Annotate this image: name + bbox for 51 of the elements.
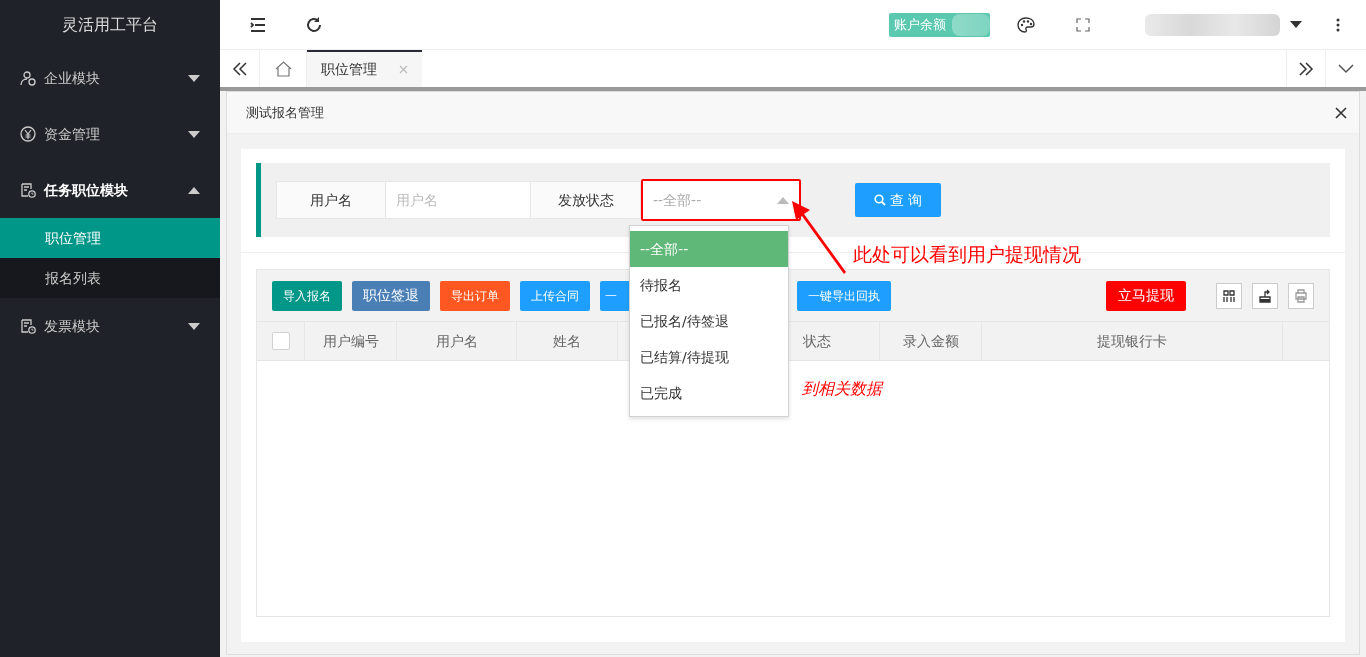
user-icon	[20, 70, 36, 86]
more-icon[interactable]	[1336, 17, 1340, 32]
sidebar-item[interactable]: 任务职位模块	[0, 162, 220, 218]
caret-icon	[188, 130, 200, 138]
toolbar-button[interactable]: 职位签退	[352, 280, 430, 311]
column-header: 用户编号	[322, 331, 379, 351]
dropdown-option[interactable]: 待报名	[630, 267, 788, 303]
caret-icon	[777, 196, 789, 204]
columns-button[interactable]	[1216, 282, 1242, 309]
sidebar-subitem[interactable]: 报名列表	[0, 258, 220, 298]
caret-icon	[188, 74, 200, 82]
print-button[interactable]	[1288, 282, 1314, 309]
filter-label: 用户名	[276, 181, 386, 219]
dropdown-option[interactable]: 已报名/待签退	[630, 303, 788, 339]
sidebar-subitem[interactable]: 职位管理	[0, 218, 220, 258]
search-icon	[873, 194, 886, 206]
select-all-checkbox[interactable]	[271, 332, 290, 350]
filter-label: 发放状态	[531, 181, 641, 219]
caret-icon	[188, 322, 200, 330]
column-header: 姓名	[553, 331, 581, 351]
fullscreen-icon[interactable]	[1076, 17, 1090, 32]
palette-icon[interactable]	[1016, 16, 1035, 33]
export-button[interactable]	[1252, 282, 1278, 309]
yen-icon	[20, 126, 36, 142]
username-field[interactable]: 用户名	[386, 181, 531, 219]
caret-icon[interactable]	[1290, 21, 1302, 28]
export-icon	[1257, 287, 1273, 304]
sidebar-item[interactable]: 企业模块	[0, 50, 220, 106]
document-icon	[20, 182, 36, 198]
balance-badge: 账户余额	[889, 12, 990, 37]
toolbar-button[interactable]: 导入报名	[272, 280, 342, 311]
dropdown-option[interactable]: 已结算/待提现	[630, 339, 788, 375]
document-icon	[20, 318, 36, 334]
column-header: 录入金额	[902, 331, 959, 351]
close-icon[interactable]	[1335, 106, 1347, 119]
tab[interactable]: 职位管理	[307, 50, 422, 87]
withdraw-button[interactable]: 立马提现	[1106, 280, 1186, 311]
caret-icon	[188, 186, 200, 194]
column-header: 提现银行卡	[1097, 331, 1167, 351]
sidebar-item[interactable]: 资金管理	[0, 106, 220, 162]
annotation-text: 此处可以看到用户提现情况	[853, 242, 1081, 267]
columns-icon	[1221, 287, 1237, 304]
dropdown-option[interactable]: 已完成	[630, 375, 788, 411]
scroll-right-icon[interactable]	[1286, 50, 1326, 87]
print-icon	[1293, 287, 1309, 304]
column-header: 用户名	[435, 331, 478, 351]
panel-title: 测试报名管理	[246, 103, 324, 122]
app-title: 灵活用工平台	[61, 14, 159, 36]
sidebar-item[interactable]: 发票模块	[0, 298, 220, 354]
column-header: 状态	[803, 331, 831, 351]
empty-message: 到相关数据	[802, 379, 882, 398]
